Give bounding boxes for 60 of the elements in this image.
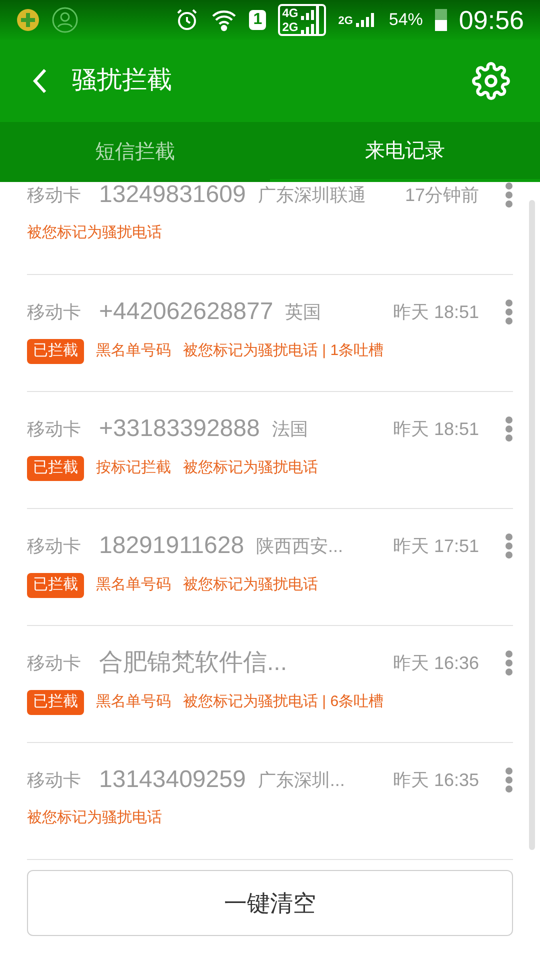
more-icon[interactable] (505, 650, 513, 676)
phone-number: +442062628877 (99, 297, 274, 327)
sim-label: 移动卡 (27, 418, 82, 440)
shield-plus-icon (16, 8, 40, 32)
call-time: 17分钟前 (404, 184, 479, 206)
sim-label: 移动卡 (27, 534, 82, 558)
tab[interactable]: 短信拦截 (0, 122, 270, 182)
more-icon[interactable] (505, 416, 513, 442)
sim-slot-label: 1 (249, 10, 266, 30)
call-tag: 按标记拦截 (96, 457, 171, 480)
page-title: 骚扰拦截 (72, 65, 173, 96)
location-label: 法国 (272, 418, 308, 440)
battery-percent: 54% (388, 9, 423, 32)
more-icon[interactable] (505, 533, 513, 559)
location-label: 广东深圳... (258, 768, 345, 792)
blocked-badge: 已拦截 (27, 339, 84, 364)
clear-all-button[interactable]: 一键清空 (27, 870, 513, 936)
call-tag: 被您标记为骚扰电话 (183, 574, 318, 596)
location-label: 陕西西安... (256, 534, 344, 558)
settings-icon[interactable] (472, 62, 510, 100)
more-icon[interactable] (505, 767, 513, 793)
sim-label: 移动卡 (27, 184, 82, 206)
user-icon (52, 7, 78, 33)
call-time: 昨天 17:51 (392, 534, 479, 558)
more-icon[interactable] (505, 299, 513, 325)
call-tag: 被您标记为骚扰电话 (27, 222, 162, 244)
call-tag: 被您标记为骚扰电话 | 6条吐槽 (183, 691, 384, 714)
call-time: 昨天 18:51 (392, 418, 479, 440)
call-tag: 被您标记为骚扰电话 | 1条吐槽 (183, 340, 384, 362)
phone-number: 13143409259 (99, 765, 246, 795)
signal-icon (354, 13, 377, 27)
battery-icon (434, 9, 447, 31)
phone-number: 18291911628 (99, 531, 244, 561)
call-tag: 被您标记为骚扰电话 (183, 457, 318, 480)
call-time: 昨天 16:35 (392, 768, 479, 792)
network-type-label: 4G (282, 7, 298, 19)
call-tag: 黑名单号码 (96, 340, 171, 362)
blocked-badge: 已拦截 (27, 456, 84, 480)
call-tag: 黑名单号码 (96, 691, 171, 714)
location-label: 广东深圳联通 (258, 184, 366, 206)
more-icon[interactable] (505, 182, 513, 208)
wifi-icon (211, 8, 238, 32)
phone-number: 13249831609 (99, 182, 246, 210)
clock: 09:56 (458, 4, 524, 36)
phone-number: 合肥锦梵软件信... (99, 648, 288, 678)
call-tag: 黑名单号码 (96, 574, 171, 596)
blocked-badge: 已拦截 (27, 573, 84, 598)
network-type-label: 2G (282, 21, 298, 33)
blocked-badge: 已拦截 (27, 690, 84, 714)
network-type-label: 2G (338, 16, 353, 27)
sim-label: 移动卡 (27, 300, 82, 324)
sim-label: 移动卡 (27, 652, 82, 674)
sim-label: 移动卡 (27, 768, 82, 792)
alarm-icon (175, 8, 200, 32)
call-time: 昨天 18:51 (392, 300, 479, 324)
phone-number: +33183392888 (99, 414, 260, 444)
tab[interactable]: 来电记录 (270, 122, 540, 182)
call-tag: 被您标记为骚扰电话 (27, 807, 162, 830)
location-label: 英国 (285, 300, 322, 324)
call-time: 昨天 16:36 (392, 652, 479, 674)
